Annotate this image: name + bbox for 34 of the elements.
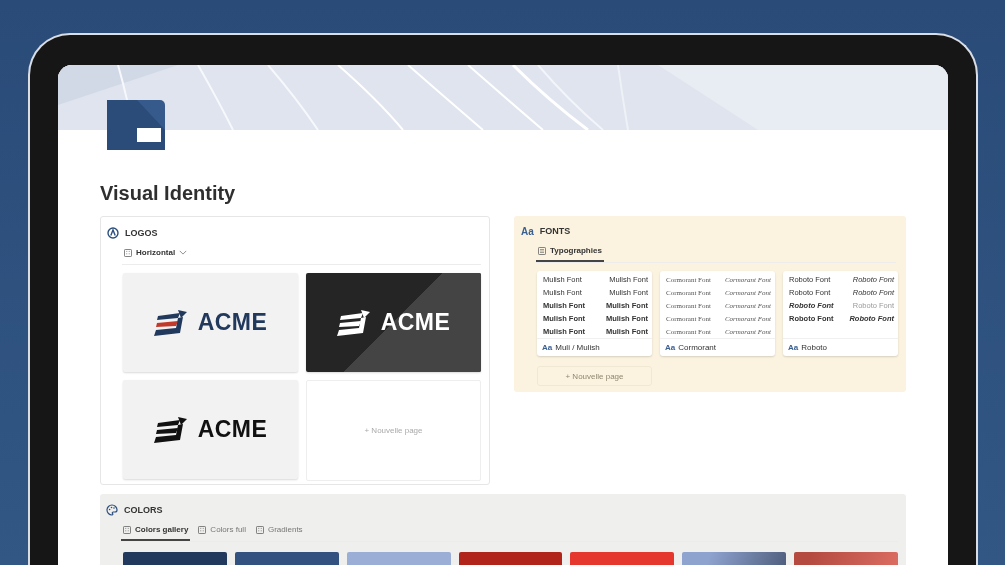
font-icon: Aa <box>542 343 553 352</box>
logo-wordmark: ACME <box>197 309 268 336</box>
font-name: Cormorant <box>678 343 717 352</box>
grid-icon <box>123 525 131 534</box>
view-tab[interactable]: Colors full <box>196 521 248 541</box>
section-title: COLORS <box>124 505 163 515</box>
logo-card[interactable]: ACME <box>306 273 481 372</box>
logo-mark-icon <box>153 414 190 445</box>
font-icon: Aa <box>788 343 799 352</box>
page-title: Visual Identity <box>100 181 237 206</box>
chevron-down-icon <box>179 250 188 255</box>
grid-icon <box>255 525 264 534</box>
font-name: Roboto <box>801 343 828 352</box>
window-icon <box>107 100 165 150</box>
logo-card[interactable]: ACME <box>123 380 298 479</box>
compass-icon <box>107 227 119 239</box>
section-title: FONTS <box>539 226 571 236</box>
palette-icon <box>106 504 118 516</box>
table-icon <box>538 246 546 255</box>
logo-card[interactable]: ACME <box>123 273 298 372</box>
view-tab[interactable]: Typographies <box>536 242 604 262</box>
section-title: LOGOS <box>125 228 158 238</box>
logo-mark-icon <box>336 307 373 338</box>
font-icon: Aa <box>665 343 676 352</box>
logo-wordmark: ACME <box>197 416 268 443</box>
view-tab[interactable]: Colors gallery <box>121 521 191 541</box>
grid-icon <box>124 248 132 257</box>
font-name: Muli / Mulish <box>555 343 600 352</box>
logo-wordmark: ACME <box>380 309 451 336</box>
grid-icon <box>198 525 207 534</box>
view-tab[interactable]: Gradients <box>253 521 305 541</box>
logo-mark-icon <box>153 307 190 338</box>
view-tab[interactable]: Horizontal <box>122 244 190 264</box>
font-icon: Aa <box>521 225 534 237</box>
